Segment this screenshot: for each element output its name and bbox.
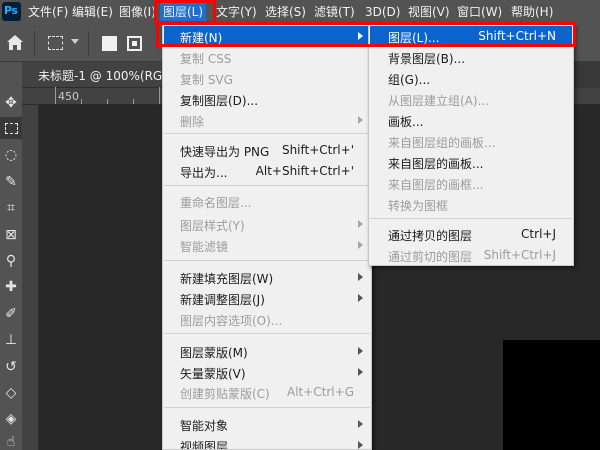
submenu-item-layer-via-cut[interactable]: 通过剪切的图层 Shift+Ctrl+J [370,245,572,266]
submenu-arrow-icon [358,420,363,428]
smudge-tool-icon[interactable]: ☝ [0,431,22,450]
crop-tool-icon[interactable]: ⌗ [0,197,22,219]
history-brush-tool-icon[interactable]: ↺ [0,356,22,378]
menu-item-layer-mask[interactable]: 图层蒙版(M) [164,341,370,362]
submenu-arrow-icon [358,241,363,249]
lasso-tool-icon[interactable]: ◌ [0,144,22,166]
menu-help[interactable]: 帮助(H) [511,0,553,24]
menu-item-rename-layer[interactable]: 重命名图层... [164,191,370,212]
new-selection-icon[interactable] [102,36,117,51]
photoshop-logo-icon: Ps [2,2,21,21]
submenu-item-layer[interactable]: 图层(L)... Shift+Ctrl+N [370,26,572,47]
menu-item-smart-object[interactable]: 智能对象 [164,414,370,435]
submenu-arrow-icon [358,368,363,376]
document-tab-title: 未标题-1 @ 100%(RGB/ [38,69,175,83]
menu-divider [164,133,370,134]
menu-select[interactable]: 选择(S) [265,0,306,24]
submenu-item-layer-via-copy[interactable]: 通过拷贝的图层 Ctrl+J [370,224,572,245]
submenu-arrow-icon [358,220,363,228]
eraser-tool-icon[interactable]: ◇ [0,382,22,404]
submenu-arrow-icon [358,273,363,281]
menu-divider [164,260,370,261]
menu-item-new[interactable]: 新建(N) [164,26,370,47]
submenu-item-group[interactable]: 组(G)... [370,68,572,89]
options-divider [88,31,89,57]
menu-item-new-fill-layer[interactable]: 新建填充图层(W) [164,267,370,288]
menu-view[interactable]: 视图(V) [408,0,450,24]
layer-menu-dropdown: 新建(N) 复制 CSS 复制 SVG 复制图层(D)... 删除 快速导出为 … [162,24,372,450]
vertical-ruler [22,105,39,450]
menu-item-layer-content-options[interactable]: 图层内容选项(O)... [164,309,370,330]
add-selection-icon[interactable] [127,36,142,51]
menu-type[interactable]: 文字(Y) [216,0,257,24]
submenu-item-group-from-layers[interactable]: 从图层建立组(A)... [370,89,572,110]
marquee-preset-icon[interactable] [48,36,63,50]
menu-item-video-layer[interactable]: 视频图层 [164,435,370,449]
menu-filter[interactable]: 滤镜(T) [314,0,355,24]
menu-item-new-adjustment-layer[interactable]: 新建调整图层(J) [164,288,370,309]
chevron-down-icon[interactable] [71,39,79,44]
canvas-document[interactable] [503,340,600,450]
menu-divider [164,185,370,186]
eyedropper-tool-icon[interactable]: ⚲ [0,250,22,272]
paint-bucket-tool-icon[interactable]: ◈ [0,408,22,430]
ruler-tick [159,87,160,104]
submenu-item-artboard-from-group[interactable]: 来自图层组的画板... [370,131,572,152]
move-tool-icon[interactable]: ✥ [0,92,22,114]
options-divider [34,31,35,57]
submenu-arrow-icon [358,294,363,302]
submenu-item-frame-from-layers[interactable]: 来自图层的画框... [370,173,572,194]
menu-divider [164,407,370,408]
new-submenu-dropdown: 图层(L)... Shift+Ctrl+N 背景图层(B)... 组(G)... … [368,24,574,266]
ruler-tick [133,99,134,104]
menu-bar: Ps 文件(F) 编辑(E) 图像(I) 图层(L) 文字(Y) 选择(S) 滤… [0,0,600,24]
submenu-arrow-icon [358,441,363,449]
submenu-arrow-icon [358,116,363,124]
submenu-item-artboard-from-layers[interactable]: 来自图层的画板... [370,152,572,173]
menu-layer[interactable]: 图层(L) [160,0,207,24]
ruler-tick [81,99,82,104]
menu-edit[interactable]: 编辑(E) [72,0,113,24]
menu-item-delete[interactable]: 删除 [164,110,370,131]
menu-item-copy-css[interactable]: 复制 CSS [164,47,370,68]
menu-item-duplicate-layer[interactable]: 复制图层(D)... [164,89,370,110]
marquee-tool-icon[interactable] [0,117,22,139]
menu-divider [370,218,572,219]
submenu-arrow-icon [358,32,363,40]
menu-window[interactable]: 窗口(W) [457,0,502,24]
menu-item-vector-mask[interactable]: 矢量蒙版(V) [164,362,370,383]
document-tab[interactable]: 未标题-1 @ 100%(RGB/ [22,62,175,88]
menu-item-export-as[interactable]: 导出为... Alt+Shift+Ctrl+' [164,161,370,182]
submenu-item-artboard[interactable]: 画板... [370,110,572,131]
menu-divider [164,333,370,334]
quick-select-tool-icon[interactable]: ✎ [0,171,22,193]
submenu-item-background-layer[interactable]: 背景图层(B)... [370,47,572,68]
tools-panel: ✥ ◌ ✎ ⌗ ⊠ ⚲ ✚ ✐ ⊥ ↺ ◇ ◈ ☝ [0,62,22,450]
menu-3d[interactable]: 3D(D) [365,0,400,24]
home-icon[interactable] [7,35,23,50]
menu-file[interactable]: 文件(F) [28,0,68,24]
menu-item-create-clipping-mask[interactable]: 创建剪贴蒙版(C) Alt+Ctrl+G [164,382,370,403]
menu-image[interactable]: 图像(I) [119,0,156,24]
submenu-item-convert-to-frame[interactable]: 转换为图框 [370,194,572,215]
menu-item-copy-svg[interactable]: 复制 SVG [164,68,370,89]
menu-item-smart-filter[interactable]: 智能滤镜 [164,235,370,256]
frame-tool-icon[interactable]: ⊠ [0,224,22,246]
ruler-tick [55,87,56,104]
menu-item-quick-export-png[interactable]: 快速导出为 PNG Shift+Ctrl+' [164,140,370,161]
clone-stamp-tool-icon[interactable]: ⊥ [0,329,22,351]
menu-item-layer-style[interactable]: 图层样式(Y) [164,214,370,235]
ruler-tick [107,99,108,104]
brush-tool-icon[interactable]: ✐ [0,303,22,325]
ruler-label: 450 [58,90,79,103]
healing-brush-tool-icon[interactable]: ✚ [0,276,22,298]
submenu-arrow-icon [358,347,363,355]
